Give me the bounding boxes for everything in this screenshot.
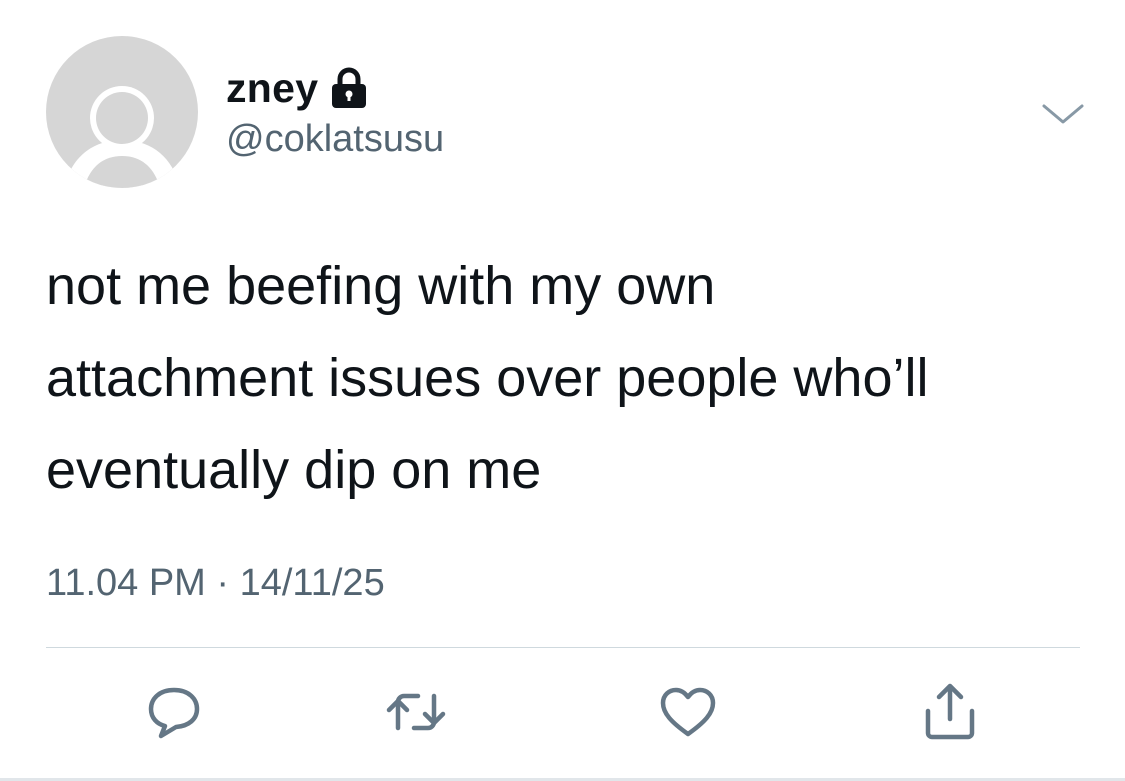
tweet: zney @coklatsusu not me beefing with my … xyxy=(0,0,1125,781)
retweet-icon xyxy=(384,682,448,747)
reply-button[interactable] xyxy=(142,682,206,746)
display-name[interactable]: zney xyxy=(226,65,318,112)
user-handle[interactable]: @coklatsusu xyxy=(226,118,444,161)
timestamp[interactable]: 11.04 PM · 14/11/25 xyxy=(46,562,385,605)
author-block: zney @coklatsusu xyxy=(226,62,444,161)
default-avatar-icon xyxy=(46,36,198,188)
comment-icon xyxy=(144,682,204,747)
avatar[interactable] xyxy=(46,36,198,188)
display-name-row: zney xyxy=(226,62,444,114)
retweet-button[interactable] xyxy=(384,682,448,746)
divider xyxy=(46,647,1080,648)
chevron-down-icon[interactable] xyxy=(1040,100,1086,128)
tweet-text: not me beefing with my own attachment is… xyxy=(46,256,929,500)
share-button[interactable] xyxy=(918,682,982,746)
lock-icon xyxy=(330,66,368,110)
heart-icon xyxy=(657,682,719,747)
share-icon xyxy=(919,681,981,748)
like-button[interactable] xyxy=(656,682,720,746)
